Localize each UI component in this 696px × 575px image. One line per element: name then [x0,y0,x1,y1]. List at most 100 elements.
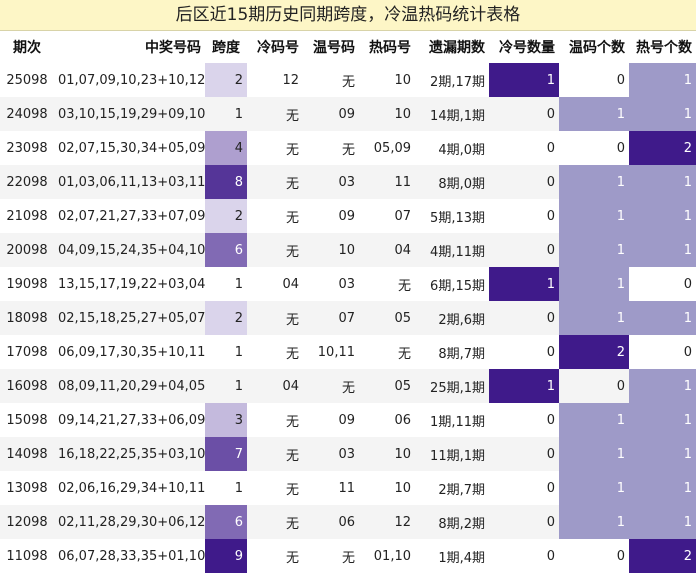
cell-miss: 14期,1期 [415,97,489,131]
table-row[interactable]: 25098 01,07,09,10,23+10,12 2 12 无 10 2期,17期 1 0 1 [0,63,696,97]
cell-warm: 09 [338,208,355,224]
table-row[interactable]: 19098 13,15,17,19,22+03,04 1 04 03 无 6期,15期 1 1 0 [0,267,696,301]
cell-hot: 07 [394,208,411,224]
table-row[interactable]: 22098 01,03,06,11,13+03,11 8 无 03 11 8期,0期 0 1 1 [0,165,696,199]
col-header-cold[interactable]: 冷码号 [247,31,303,63]
table-header-row: 期次 中奖号码 跨度 冷码号 温号码 热码号 遗漏期数 冷号数量 温码个数 热号… [0,31,696,63]
col-header-warm[interactable]: 温号码 [303,31,359,63]
cell-cold-count: 0 [489,437,559,471]
table-row[interactable]: 13098 02,06,16,29,34+10,11 1 无 11 10 2期,7期 0 1 1 [0,471,696,505]
cell-hot: 05 [359,301,415,335]
table-row[interactable]: 18098 02,15,18,25,27+05,07 2 无 07 05 2期,6期 0 1 1 [0,301,696,335]
cell-numbers: 09,14,21,27,33+06,09 [58,412,206,428]
cell-cold: 无 [247,97,303,131]
cell-hot-count: 1 [629,437,696,471]
cell-span: 2 [205,199,247,233]
table-row[interactable]: 15098 09,14,21,27,33+06,09 3 无 09 06 1期,11期 0 1 1 [0,403,696,437]
cell-cold: 无 [247,437,303,471]
cell-hot: 10 [394,480,411,496]
col-header-period[interactable]: 期次 [0,31,54,63]
cell-warm-count: 1 [559,471,629,505]
cell-warm-count: 1 [559,267,629,301]
cell-numbers: 13,15,17,19,22+03,04 [58,276,206,292]
col-header-hot-count[interactable]: 热号个数 [629,31,696,63]
cell-warm: 10 [303,233,359,267]
cell-hot-count: 2 [629,539,696,573]
cell-miss: 8期,0期 [415,165,489,199]
col-header-span[interactable]: 跨度 [205,31,247,63]
col-header-warm-count[interactable]: 温码个数 [559,31,629,63]
cell-span: 1 [234,480,243,496]
cell-hot: 无 [397,278,411,294]
cell-miss: 11期,1期 [415,437,489,471]
cell-numbers: 01,07,09,10,23+10,12 [58,72,206,88]
table-row[interactable]: 20098 04,09,15,24,35+04,10 6 无 10 04 4期,11期 0 1 1 [0,233,696,267]
cell-cold-count: 0 [489,505,559,539]
cell-miss: 1期,4期 [438,550,485,566]
cell-warm: 09 [303,97,359,131]
cell-miss: 2期,17期 [430,74,485,90]
table-row[interactable]: 12098 02,11,28,29,30+06,12 6 无 06 12 8期,2期 0 1 1 [0,505,696,539]
cell-span: 1 [205,97,247,131]
cell-cold: 无 [247,505,303,539]
cell-cold: 04 [247,369,303,403]
cell-span: 2 [205,301,247,335]
cell-warm-count: 0 [616,548,625,564]
cell-warm: 无 [303,369,359,403]
cell-cold-count: 0 [546,140,555,156]
cell-miss: 5期,13期 [430,210,485,226]
cell-cold: 无 [285,414,299,430]
page-title: 后区近15期历史同期跨度，冷温热码统计表格 [0,0,696,31]
cell-hot: 05,09 [373,140,411,156]
table-row[interactable]: 24098 03,10,15,19,29+09,10 1 无 09 10 14期,1期 0 1 1 [0,97,696,131]
table-body: 25098 01,07,09,10,23+10,12 2 12 无 10 2期,17期 1 0 1… [0,63,696,573]
cell-miss: 4期,0期 [438,142,485,158]
cell-hot: 10 [359,437,415,471]
cell-period: 23098 [6,140,48,156]
cell-warm-count: 0 [616,140,625,156]
cell-warm: 07 [303,301,359,335]
table-row[interactable]: 16098 08,09,11,20,29+04,05 1 04 无 05 25期,1期 1 0 1 [0,369,696,403]
col-header-numbers[interactable]: 中奖号码 [54,31,205,63]
cell-numbers: 02,11,28,29,30+06,12 [54,505,205,539]
cell-period: 12098 [0,505,54,539]
col-header-miss[interactable]: 遗漏期数 [415,31,489,63]
cell-span: 6 [205,505,247,539]
cell-hot-count: 1 [629,63,696,97]
cell-period: 18098 [0,301,54,335]
cell-period: 25098 [6,72,48,88]
cell-warm: 无 [341,74,355,90]
cell-cold-count: 1 [489,267,559,301]
cell-miss: 8期,2期 [415,505,489,539]
cell-cold: 04 [282,276,299,292]
cell-miss: 4期,11期 [415,233,489,267]
col-header-cold-count[interactable]: 冷号数量 [489,31,559,63]
cell-numbers: 03,10,15,19,29+09,10 [54,97,205,131]
table-row[interactable]: 21098 02,07,21,27,33+07,09 2 无 09 07 5期,13期 0 1 1 [0,199,696,233]
cell-hot: 12 [359,505,415,539]
cell-hot-count: 1 [629,403,696,437]
cell-hot: 10 [359,97,415,131]
cell-numbers: 04,09,15,24,35+04,10 [54,233,205,267]
cell-warm: 03 [338,276,355,292]
cell-hot-count: 1 [629,301,696,335]
cell-hot: 无 [397,346,411,362]
cell-warm: 06 [303,505,359,539]
cell-warm: 无 [341,550,355,566]
col-header-hot[interactable]: 热码号 [359,31,415,63]
cell-span: 3 [205,403,247,437]
cell-span: 2 [205,63,247,97]
cell-cold-count: 0 [546,344,555,360]
cell-miss: 2期,7期 [438,482,485,498]
table-row[interactable]: 17098 06,09,17,30,35+10,11 1 无 10,11 无 8期,7期 0 2… [0,335,696,369]
table-row[interactable]: 11098 06,07,28,33,35+01,10 9 无 无 01,10 1期,4期 0 0… [0,539,696,573]
table-row[interactable]: 23098 02,07,15,30,34+05,09 4 无 无 05,09 4期,0期 0 0… [0,131,696,165]
cell-cold: 无 [285,482,299,498]
cell-warm-count: 1 [559,165,629,199]
table-row[interactable]: 14098 16,18,22,25,35+03,10 7 无 03 10 11期,1期 0 1 1 [0,437,696,471]
cell-warm-count: 1 [559,233,629,267]
cell-span: 8 [205,165,247,199]
cell-period: 15098 [6,412,48,428]
cell-hot: 06 [394,412,411,428]
cell-numbers: 08,09,11,20,29+04,05 [54,369,205,403]
